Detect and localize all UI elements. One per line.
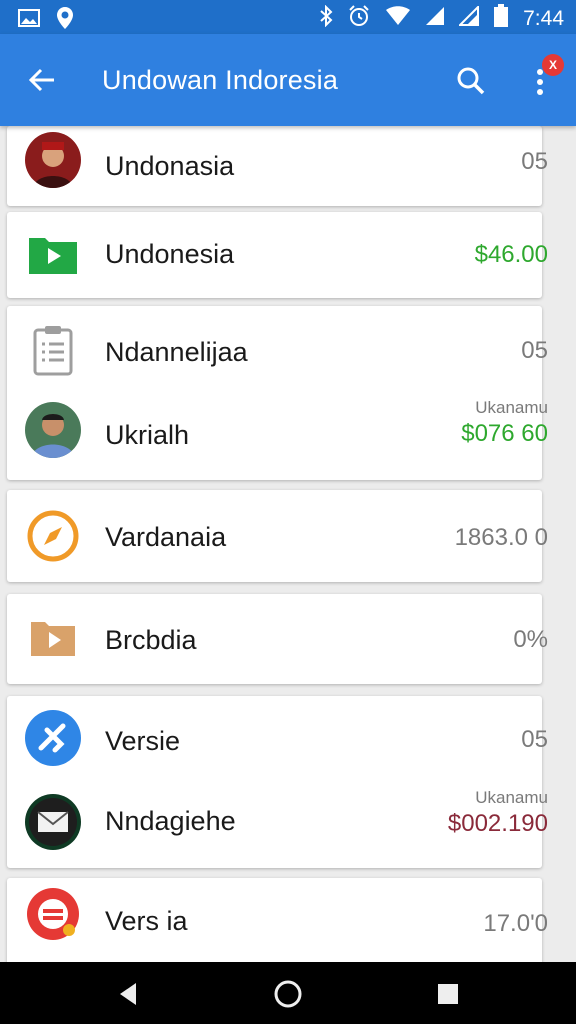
list-item[interactable]: Ukanamu Ukrialh $076 60 <box>7 396 548 480</box>
list-item[interactable]: Undonesia $46.00 <box>7 212 548 298</box>
item-value: 05 <box>521 148 548 175</box>
list-card: Vardanaia 1863.0 0 <box>7 490 548 582</box>
item-value: 05 <box>521 726 548 753</box>
item-value: 1863.0 0 <box>454 524 548 551</box>
list-item[interactable]: Vers ia 17.0'0 <box>7 878 548 962</box>
item-value: $002.190 <box>447 810 548 837</box>
play-folder-icon <box>25 226 81 282</box>
item-value: 05 <box>521 337 548 364</box>
item-list: Undonasia 05 Undonesia $46.00 Ndannelija… <box>0 126 576 962</box>
wifi-icon <box>385 6 411 31</box>
item-label: Vers ia <box>105 906 188 936</box>
list-card: Versie 05 Ukanamu Nndagiehe $002.190 <box>7 696 548 868</box>
item-label: Undonasia <box>105 151 235 181</box>
mail-icon <box>25 794 81 850</box>
item-label: Nndagiehe <box>105 806 236 836</box>
video-folder-icon <box>25 610 81 666</box>
item-label: Ndannelijaa <box>105 337 248 367</box>
list-item[interactable]: Ukanamu Nndagiehe $002.190 <box>7 784 548 868</box>
navigation-bar <box>0 962 576 1024</box>
clipboard-icon <box>25 322 81 378</box>
list-card: Vers ia 17.0'0 <box>7 878 548 962</box>
list-card: Brcbdia 0% <box>7 594 548 684</box>
tools-icon <box>25 710 81 766</box>
battery-icon <box>493 4 509 33</box>
compass-icon <box>25 508 81 564</box>
item-label: Versie <box>105 726 181 756</box>
list-card: Ndannelijaa 05 Ukanamu Ukrialh $076 60 <box>7 306 548 480</box>
item-label: Brcbdia <box>105 625 197 655</box>
item-subtitle: Ukanamu <box>475 788 548 807</box>
avatar <box>25 132 81 188</box>
location-icon <box>56 6 74 35</box>
item-label: Undonesia <box>105 239 235 269</box>
status-bar: 7:44 <box>0 0 576 34</box>
item-value: $076 60 <box>461 420 548 447</box>
list-card: Undonasia 05 <box>7 126 548 206</box>
list-item[interactable]: Versie 05 <box>7 696 548 784</box>
search-icon[interactable] <box>454 64 488 98</box>
gallery-icon <box>18 9 40 32</box>
item-value: $46.00 <box>474 241 548 268</box>
list-card: Undonesia $46.00 <box>7 212 548 298</box>
page-title: Undowan Indoresia <box>102 65 339 95</box>
item-value: 17.0'0 <box>483 910 548 937</box>
home-nav-icon[interactable] <box>272 978 304 1010</box>
app-logo-icon <box>25 886 81 942</box>
alarm-icon <box>347 4 371 33</box>
list-item[interactable]: Vardanaia 1863.0 0 <box>7 490 548 582</box>
back-arrow-icon[interactable] <box>26 64 58 96</box>
bluetooth-icon <box>319 4 333 32</box>
list-item[interactable]: Ndannelijaa 05 <box>7 306 548 396</box>
back-nav-icon[interactable] <box>112 978 144 1010</box>
list-item[interactable]: Undonasia 05 <box>7 126 548 206</box>
avatar <box>25 402 81 458</box>
recents-nav-icon[interactable] <box>432 978 464 1010</box>
signal-2-icon <box>457 4 480 31</box>
list-item[interactable]: Brcbdia 0% <box>7 594 548 684</box>
clock: 7:44 <box>523 6 564 30</box>
item-label: Vardanaia <box>105 522 227 552</box>
item-value: 0% <box>513 626 548 653</box>
item-subtitle: Ukanamu <box>475 398 548 417</box>
app-bar: Undowan Indoresia X <box>0 34 576 126</box>
signal-icon <box>425 6 445 31</box>
notification-badge: X <box>542 54 564 76</box>
item-label: Ukrialh <box>105 420 190 450</box>
